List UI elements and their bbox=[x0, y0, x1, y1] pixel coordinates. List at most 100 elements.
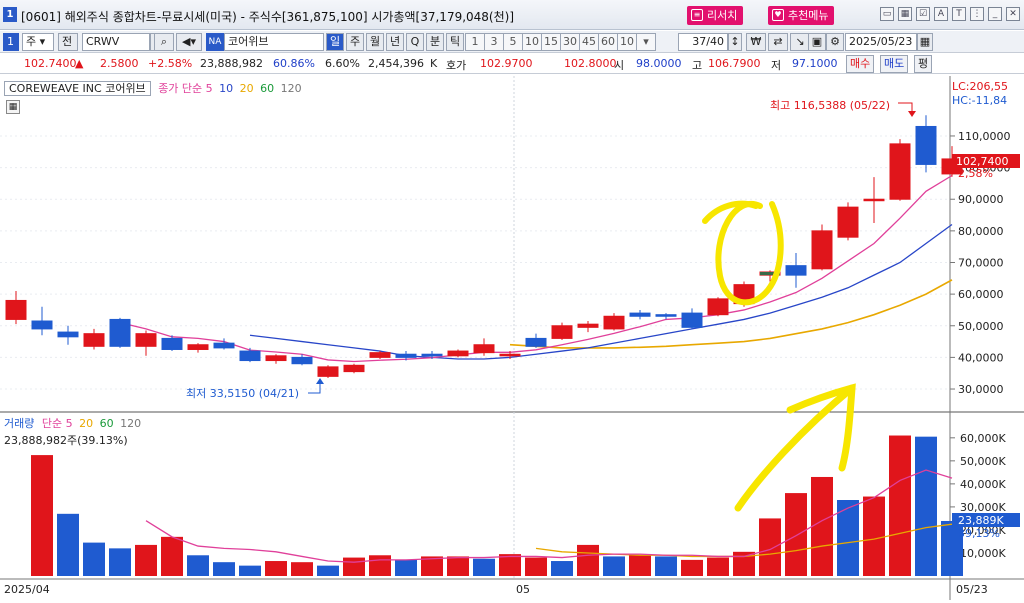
current-price: 102.7400 bbox=[24, 57, 77, 70]
volume-info: 23,888,982주(39.13%) bbox=[4, 434, 128, 447]
candle-body bbox=[811, 230, 833, 270]
candle-body bbox=[395, 353, 417, 358]
trade-amount-unit: K bbox=[430, 57, 438, 70]
speaker-icon[interactable]: ◀▾ bbox=[176, 33, 202, 51]
volume-bar bbox=[291, 562, 313, 576]
volume-bar bbox=[707, 557, 729, 576]
volume-bar bbox=[135, 544, 157, 576]
hc-label: HC:-11,84 bbox=[952, 94, 1007, 107]
candle-body bbox=[31, 320, 53, 330]
restore-icon[interactable]: ▭ bbox=[880, 7, 894, 21]
interval-dropdown-icon[interactable]: ▾ bbox=[636, 33, 656, 51]
research-button[interactable]: ≡ 리서치 bbox=[687, 6, 744, 25]
volume-bar bbox=[915, 436, 937, 576]
volume-tick-label: 10,000K bbox=[960, 547, 1006, 560]
price-tick-label: 30,0000 bbox=[958, 383, 1004, 396]
volume-bar bbox=[161, 536, 183, 576]
tab-quarter[interactable]: Q bbox=[406, 33, 424, 51]
trade-amount: 2,454,396 bbox=[368, 57, 424, 70]
tab-minute[interactable]: 분 bbox=[426, 33, 444, 51]
data-count-field[interactable]: 37/40 bbox=[678, 33, 728, 51]
volume-bar bbox=[83, 542, 105, 576]
interval-5[interactable]: 5 bbox=[503, 33, 523, 51]
volume-bar bbox=[473, 558, 495, 576]
last-volume-pct: 39,13% bbox=[958, 527, 1000, 540]
volume-bar bbox=[109, 548, 131, 576]
tab-tick[interactable]: 틱 bbox=[446, 33, 464, 51]
thumbs-up-icon: ♥ bbox=[772, 9, 784, 21]
candle-body bbox=[889, 143, 911, 200]
x-label-start: 2025/04 bbox=[4, 583, 50, 596]
sell-button[interactable]: 매도 bbox=[880, 55, 909, 73]
high-annotation: 최고 116,5388 (05/22) bbox=[770, 99, 890, 112]
recommend-menu-button[interactable]: ♥ 추천메뉴 bbox=[768, 6, 835, 25]
interval-custom[interactable]: 10 bbox=[617, 33, 637, 51]
interval-10[interactable]: 10 bbox=[522, 33, 542, 51]
candle-body bbox=[915, 125, 937, 165]
volume-bar bbox=[681, 559, 703, 576]
volume-bar bbox=[577, 544, 599, 576]
open-label: 시 bbox=[614, 59, 625, 72]
last-pct-label: 2,58% bbox=[958, 167, 993, 180]
arrow-icon[interactable]: ↘ bbox=[790, 33, 810, 51]
search-icon[interactable]: ⌕ bbox=[154, 33, 174, 51]
checkbox-icon[interactable]: ☑ bbox=[916, 7, 930, 21]
stock-name-field[interactable]: 코어위브 bbox=[224, 33, 324, 51]
candle-body bbox=[83, 333, 105, 347]
currency-button[interactable]: ₩ bbox=[746, 33, 766, 51]
period-select[interactable]: 주 ▾ bbox=[22, 33, 54, 51]
low-label: 저 bbox=[771, 59, 782, 72]
candle-body bbox=[161, 337, 183, 350]
research-icon: ≡ bbox=[691, 9, 703, 21]
candle-body bbox=[291, 356, 313, 365]
interval-60[interactable]: 60 bbox=[598, 33, 618, 51]
calendar-icon[interactable]: ▦ bbox=[917, 33, 933, 51]
ticker-input[interactable]: CRWV bbox=[82, 33, 150, 51]
candle-body bbox=[343, 364, 365, 373]
chart-area[interactable]: 110,0000 100,0000 90,0000 80,0000 70,0000 60,… bbox=[0, 76, 1024, 600]
volume-bar bbox=[343, 557, 365, 576]
interval-15[interactable]: 15 bbox=[541, 33, 561, 51]
window-controls: ▭ ▦ ☑ A T ⋮ _ ✕ bbox=[880, 7, 1020, 23]
buy-button[interactable]: 매수 bbox=[846, 55, 875, 73]
ma60-legend: 60 bbox=[260, 82, 275, 95]
price-tick-label: 50,0000 bbox=[958, 320, 1004, 333]
interval-1[interactable]: 1 bbox=[465, 33, 485, 51]
window-title: [0601] 해외주식 종합차트-무료시세(미국) - 주식수[361,875,… bbox=[21, 10, 515, 24]
close-icon[interactable]: ✕ bbox=[1006, 7, 1020, 21]
tab-year[interactable]: 년 bbox=[386, 33, 404, 51]
average-button[interactable]: 평 bbox=[914, 55, 933, 73]
chart-toggle-icon[interactable]: ⇄ bbox=[768, 33, 788, 51]
save-icon[interactable]: ▣ bbox=[808, 33, 826, 51]
ask-price: 102.8000 bbox=[564, 57, 617, 70]
volume-bar bbox=[629, 555, 651, 576]
interval-30[interactable]: 30 bbox=[560, 33, 580, 51]
ma20-legend: 20 bbox=[239, 82, 254, 95]
volume-bar bbox=[369, 555, 391, 576]
candle-body bbox=[239, 350, 261, 362]
open-price: 98.0000 bbox=[636, 57, 682, 70]
layout-icon[interactable]: ▦ bbox=[898, 7, 912, 21]
interval-45[interactable]: 45 bbox=[579, 33, 599, 51]
candle-body bbox=[369, 352, 391, 358]
minimize-icon[interactable]: _ bbox=[988, 7, 1002, 21]
date-field[interactable]: 2025/05/23 bbox=[845, 33, 917, 51]
interval-3[interactable]: 3 bbox=[484, 33, 504, 51]
period-tabs: 일 주 월 년 Q 분 틱 bbox=[326, 33, 464, 51]
font-icon[interactable]: T bbox=[952, 7, 966, 21]
prev-button[interactable]: 전 bbox=[58, 33, 78, 51]
tab-day[interactable]: 일 bbox=[326, 33, 344, 51]
text-icon[interactable]: A bbox=[934, 7, 948, 21]
more-icon[interactable]: ⋮ bbox=[970, 7, 984, 21]
volume-bar bbox=[655, 556, 677, 576]
chart-svg[interactable]: 110,0000100,000090,000080,000070,000060,… bbox=[0, 76, 1024, 600]
low-price: 97.1000 bbox=[792, 57, 838, 70]
volume-tick-label: 40,000K bbox=[960, 478, 1006, 491]
tab-month[interactable]: 월 bbox=[366, 33, 384, 51]
grid-toggle-icon[interactable]: ▦ bbox=[6, 100, 20, 114]
last-volume-label: 23,889K bbox=[958, 514, 1004, 527]
settings-icon[interactable]: ⚙ bbox=[826, 33, 844, 51]
tab-week[interactable]: 주 bbox=[346, 33, 364, 51]
ma10-legend: 10 bbox=[219, 82, 234, 95]
count-spinner-icon[interactable]: ↕ bbox=[728, 33, 742, 51]
